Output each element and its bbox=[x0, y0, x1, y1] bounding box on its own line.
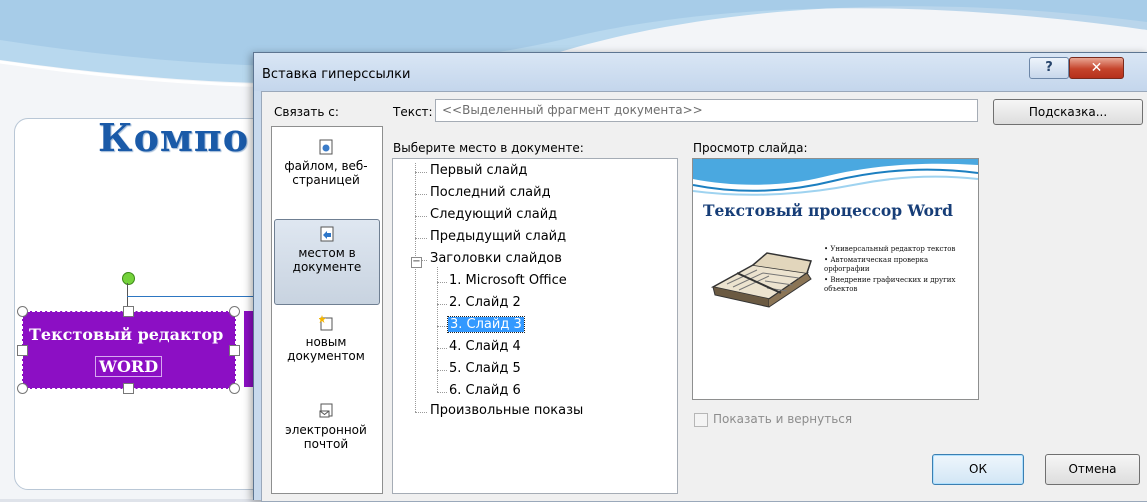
connector-line bbox=[127, 296, 257, 297]
resize-handle-t[interactable] bbox=[123, 306, 134, 317]
nav-place-in-document[interactable]: местом в документе bbox=[274, 219, 380, 305]
file-web-icon bbox=[319, 139, 333, 155]
tree-item-slide-4[interactable]: 4. Слайд 4 bbox=[449, 339, 521, 354]
tree-item-slide-3-selected[interactable]: 3. Слайд 3 bbox=[447, 316, 525, 333]
link-with-label: Связать с: bbox=[274, 105, 339, 119]
tree-line bbox=[437, 282, 447, 284]
tree-item-slide-2[interactable]: 2. Слайд 2 bbox=[449, 295, 521, 310]
resize-handle-r[interactable] bbox=[229, 345, 240, 356]
nav-email-line2: почтой bbox=[303, 437, 349, 451]
tree-line bbox=[437, 326, 447, 328]
nav-email[interactable]: электронной почтой bbox=[274, 397, 378, 481]
place-label: Выберите место в документе: bbox=[393, 141, 584, 155]
shape-text-line1: Текстовый редактор bbox=[29, 325, 224, 344]
tree-line bbox=[415, 163, 417, 412]
resize-handle-b[interactable] bbox=[123, 383, 134, 394]
preview-bullet: • Универсальный редактор текстов bbox=[824, 245, 956, 253]
tree-line bbox=[437, 348, 447, 350]
nav-new-document-line2: документом bbox=[287, 349, 365, 363]
cancel-button[interactable]: Отмена bbox=[1045, 454, 1140, 485]
tree-item-slide-headings[interactable]: Заголовки слайдов bbox=[430, 251, 562, 266]
tree-line bbox=[437, 304, 447, 306]
new-document-icon bbox=[319, 315, 333, 331]
nav-email-line1: электронной bbox=[285, 423, 367, 437]
preview-bullet: • Автоматическая проверка орфографии bbox=[824, 256, 929, 273]
selected-shape[interactable]: Текстовый редактор WORD bbox=[22, 311, 236, 389]
dialog-titlebar[interactable]: Вставка гиперссылки ? ✕ bbox=[254, 53, 1147, 91]
tree-item-prev-slide[interactable]: Предыдущий слайд bbox=[430, 229, 566, 244]
tree-item-last-slide[interactable]: Последний слайд bbox=[430, 185, 551, 200]
nav-place-line2: документе bbox=[292, 260, 362, 274]
tree-item-custom-shows[interactable]: Произвольные показы bbox=[430, 403, 583, 418]
tree-line bbox=[415, 412, 427, 414]
document-place-tree[interactable]: − Первый слайд Последний слайд Следующий… bbox=[392, 158, 678, 494]
place-in-document-icon bbox=[320, 226, 334, 242]
show-and-return-label: Показать и вернуться bbox=[713, 412, 853, 426]
preview-bullet: • Внедрение графических и других объекто… bbox=[824, 276, 956, 293]
slide-preview: Текстовый процессор Word • Универсальный… bbox=[692, 158, 979, 400]
collapse-toggle[interactable]: − bbox=[411, 257, 422, 268]
slide-title[interactable]: Компо bbox=[98, 115, 249, 160]
screentip-button[interactable]: Подсказка... bbox=[993, 99, 1143, 125]
tree-item-slide-6[interactable]: 6. Слайд 6 bbox=[449, 383, 521, 398]
tree-item-first-slide[interactable]: Первый слайд bbox=[430, 163, 527, 178]
tree-line bbox=[437, 267, 439, 392]
tree-line bbox=[415, 172, 427, 174]
nav-existing-file-line1: файлом, веб- bbox=[284, 159, 368, 173]
tree-line bbox=[415, 216, 427, 218]
help-button[interactable]: ? bbox=[1029, 57, 1069, 79]
shape-text-line2: WORD bbox=[95, 356, 163, 377]
open-book-icon bbox=[710, 252, 812, 308]
tree-line bbox=[415, 238, 427, 240]
preview-label: Просмотр слайда: bbox=[693, 141, 808, 155]
preview-wave-decoration bbox=[693, 159, 978, 196]
display-text-value: <<Выделенный фрагмент документа>> bbox=[442, 103, 703, 117]
tree-item-slide-5[interactable]: 5. Слайд 5 bbox=[449, 361, 521, 376]
close-button[interactable]: ✕ bbox=[1069, 57, 1124, 79]
show-and-return-checkbox[interactable] bbox=[694, 413, 708, 427]
tree-line bbox=[437, 392, 447, 394]
nav-place-line1: местом в bbox=[298, 246, 356, 260]
insert-hyperlink-dialog: Вставка гиперссылки ? ✕ Связать с: Текст… bbox=[253, 52, 1147, 502]
preview-slide-title: Текстовый процессор Word bbox=[703, 201, 953, 220]
tree-item-slide-1[interactable]: 1. Microsoft Office bbox=[449, 273, 567, 288]
dialog-body: Связать с: Текст: <<Выделенный фрагмент … bbox=[261, 91, 1147, 502]
rotation-handle[interactable] bbox=[122, 272, 135, 285]
resize-handle-tl[interactable] bbox=[17, 306, 28, 317]
tree-line bbox=[437, 370, 447, 372]
resize-handle-br[interactable] bbox=[229, 383, 240, 394]
resize-handle-l[interactable] bbox=[17, 345, 28, 356]
dialog-title: Вставка гиперссылки bbox=[262, 67, 411, 82]
nav-new-document[interactable]: новым документом bbox=[274, 309, 378, 393]
link-type-panel: файлом, веб- страницей местом в документ… bbox=[271, 126, 383, 494]
display-text-input[interactable]: <<Выделенный фрагмент документа>> bbox=[435, 99, 978, 122]
nav-existing-file[interactable]: файлом, веб- страницей bbox=[274, 133, 378, 217]
resize-handle-tr[interactable] bbox=[229, 306, 240, 317]
nav-new-document-line1: новым bbox=[305, 335, 347, 349]
tree-line bbox=[415, 194, 427, 196]
preview-bullets: • Универсальный редактор текстов • Автом… bbox=[824, 245, 964, 296]
ok-button[interactable]: ОК bbox=[932, 454, 1024, 485]
nav-existing-file-line2: страницей bbox=[292, 173, 360, 187]
tree-item-next-slide[interactable]: Следующий слайд bbox=[430, 207, 557, 222]
resize-handle-bl[interactable] bbox=[17, 383, 28, 394]
email-icon bbox=[319, 403, 333, 418]
text-label: Текст: bbox=[393, 105, 433, 119]
